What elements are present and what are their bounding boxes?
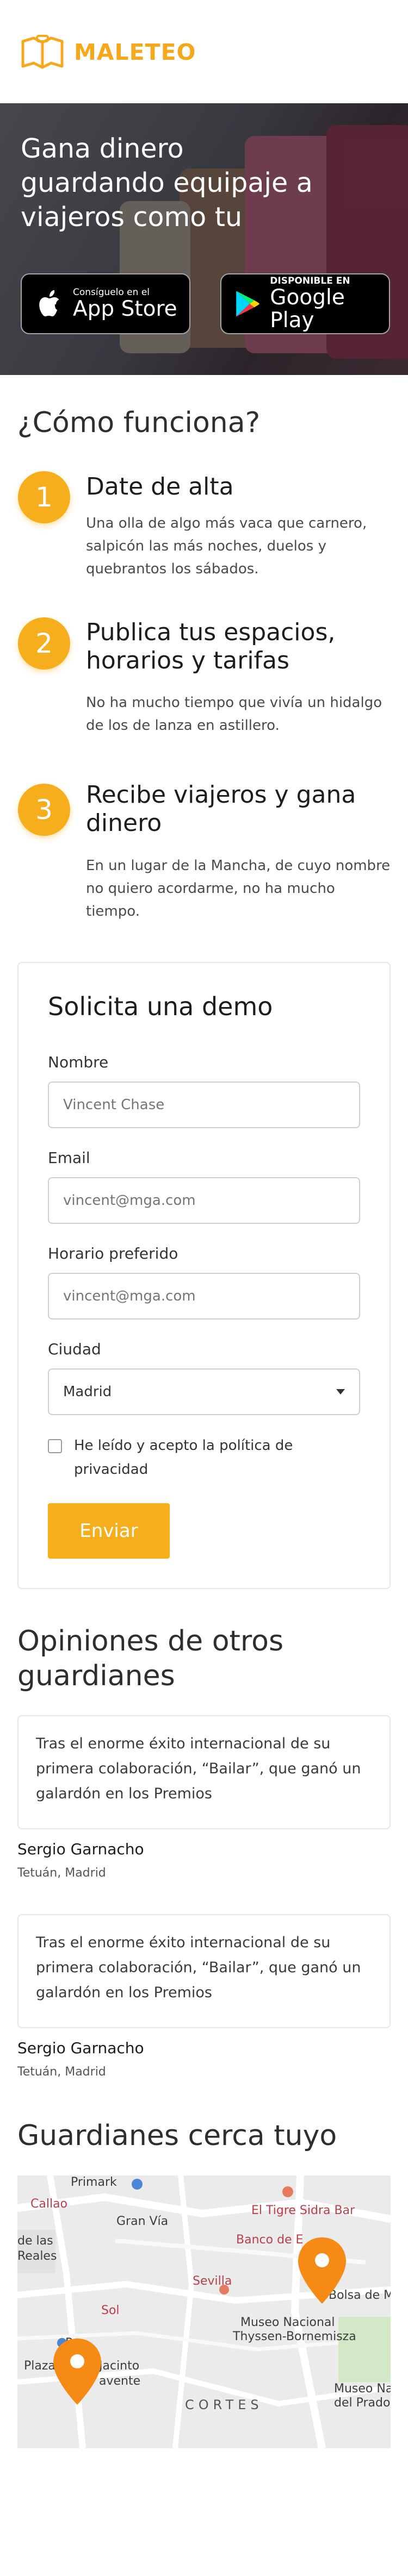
google-play-icon	[236, 291, 259, 317]
map-label-museo: Museo Nacional	[240, 2316, 335, 2329]
map-label-thyssen: Thyssen-Bornemisza	[233, 2330, 356, 2343]
reviewer-location: Tetuán, Madrid	[17, 2065, 106, 2079]
apple-icon	[39, 290, 59, 317]
email-label: Email	[48, 1149, 90, 1167]
map-label-avente: avente	[99, 2374, 141, 2388]
step-number-1: 1	[18, 471, 70, 523]
site-header: MALETEO	[0, 0, 408, 103]
step-number-3: 3	[18, 784, 70, 836]
brand-name: MALETEO	[74, 39, 196, 65]
demo-form-title: Solicita una demo	[48, 992, 273, 1021]
step-description-2: No ha mucho tiempo que vivía un hidalgo …	[86, 695, 382, 734]
privacy-checkbox[interactable]	[48, 1439, 62, 1453]
city-select[interactable]: Madrid	[48, 1368, 360, 1415]
review-text: Tras el enorme éxito internacional de su…	[36, 1735, 361, 1802]
app-store-button[interactable]: Consíguelo en el App Store	[21, 273, 190, 334]
map-label-jacinto: Jacinto	[99, 2359, 140, 2373]
schedule-input[interactable]	[48, 1273, 360, 1320]
step-description-1: Una olla de algo más vaca que carnero, s…	[86, 515, 367, 577]
map-label-cortes: CORTES	[185, 2397, 263, 2412]
step-description-3: En un lugar de la Mancha, de cuyo nombre…	[86, 858, 391, 920]
name-label: Nombre	[48, 1053, 109, 1071]
guardians-map[interactable]: Primark Callao Gran Vía El Tigre Sidra B…	[17, 2175, 391, 2448]
map-label-callao: Callao	[30, 2197, 68, 2211]
caret-down-icon	[336, 1389, 345, 1395]
location-pin-icon[interactable]	[50, 2336, 104, 2407]
hero-title: Gana dinero guardando equipaje a viajero…	[21, 133, 313, 233]
review-text: Tras el enorme éxito internacional de su…	[36, 1934, 361, 2001]
google-play-small-text: DISPONIBLE EN	[270, 276, 350, 286]
reviewer-name: Sergio Garnacho	[17, 2039, 144, 2057]
reviewer-location: Tetuán, Madrid	[17, 1866, 106, 1880]
google-play-button[interactable]: DISPONIBLE EN Google Play	[220, 273, 390, 334]
hero-banner: Gana dinero guardando equipaje a viajero…	[0, 103, 408, 375]
name-input[interactable]	[48, 1081, 360, 1128]
map-title: Guardianes cerca tuyo	[17, 2119, 337, 2152]
schedule-label: Horario preferido	[48, 1245, 178, 1262]
reviews-title: Opiniones de otros guardianes	[17, 1625, 284, 1692]
map-label-sol: Sol	[101, 2304, 120, 2317]
map-label-primark: Primark	[71, 2175, 117, 2189]
step-title-1: Date de alta	[86, 473, 234, 501]
app-store-label: App Store	[73, 297, 177, 321]
map-label-el-tigre: El Tigre Sidra Bar	[251, 2204, 355, 2217]
map-label-del-prado: del Prado	[334, 2396, 391, 2410]
map-label-reales: Reales	[17, 2249, 57, 2263]
map-label-banco: Banco de E	[236, 2233, 304, 2247]
logo[interactable]: MALETEO	[21, 35, 196, 70]
google-play-label: Google Play	[270, 285, 345, 333]
app-store-small-text: Consíguelo en el	[73, 287, 150, 298]
reviewer-name: Sergio Garnacho	[17, 1840, 144, 1858]
submit-button[interactable]: Enviar	[48, 1503, 170, 1559]
location-pin-icon[interactable]	[295, 2235, 349, 2306]
email-input[interactable]	[48, 1177, 360, 1224]
privacy-label: He leído y acepto la política de privaci…	[74, 1437, 293, 1478]
step-title-2: Publica tus espacios, horarios y tarifas	[86, 618, 336, 674]
city-label: Ciudad	[48, 1340, 101, 1358]
step-number-2: 2	[18, 617, 70, 670]
map-label-gran-via: Gran Vía	[116, 2215, 169, 2228]
map-book-icon	[21, 35, 64, 69]
city-select-value: Madrid	[63, 1384, 112, 1400]
how-it-works-title: ¿Cómo funciona?	[17, 407, 261, 439]
map-label-museo-nac: Museo Nac	[334, 2382, 391, 2396]
step-title-3: Recibe viajeros y gana dinero	[86, 781, 356, 837]
map-label-de-las: de las	[17, 2234, 53, 2248]
map-label-sevilla: Sevilla	[193, 2274, 232, 2288]
